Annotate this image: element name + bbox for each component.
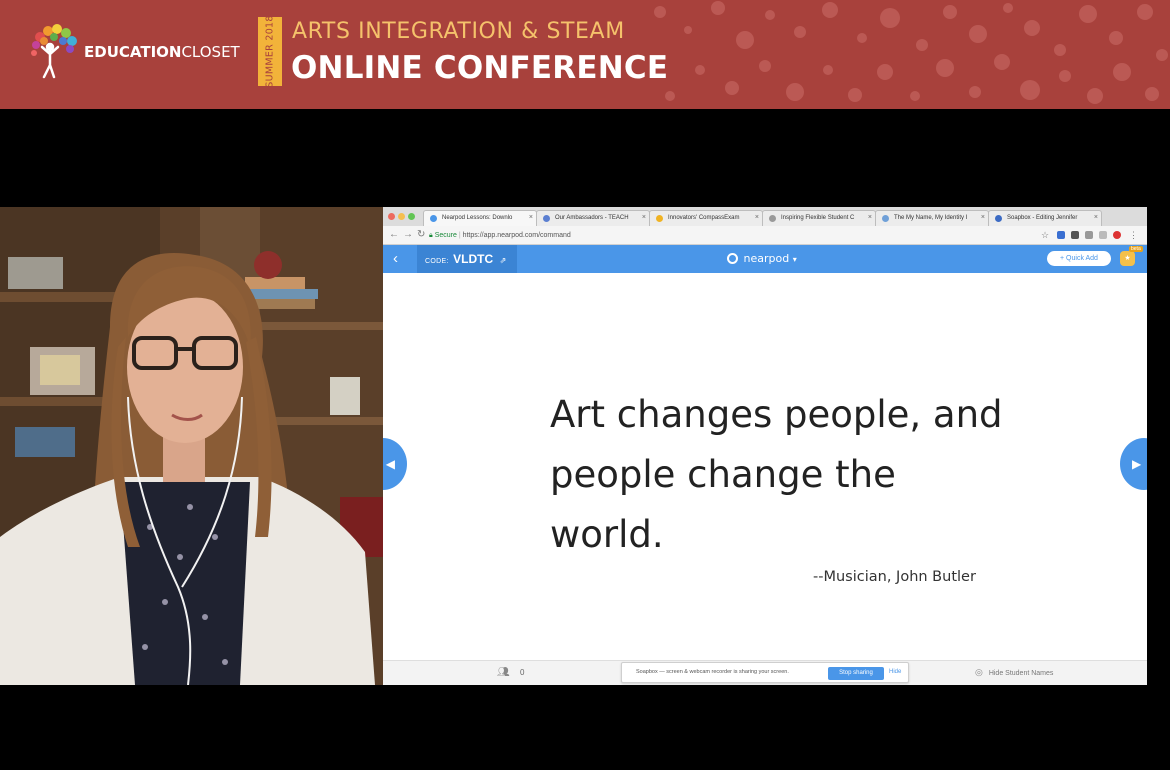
presenter-webcam xyxy=(0,207,383,685)
url-text: https://app.nearpod.com/command xyxy=(462,232,571,239)
lock-icon: 🔒︎ xyxy=(429,232,433,239)
presenter-video-icon xyxy=(0,207,383,685)
extension-icon[interactable] xyxy=(1071,231,1079,239)
soapbox-favicon-icon xyxy=(995,215,1002,222)
back-arrow-icon[interactable]: ← xyxy=(389,229,399,241)
browser-tab[interactable]: Innovators' CompassExam × xyxy=(649,210,763,226)
bookmark-star-icon[interactable]: ☆ xyxy=(1041,229,1049,241)
close-tab-icon[interactable]: × xyxy=(981,214,985,221)
reload-icon[interactable]: ↻ xyxy=(417,229,425,241)
student-count[interactable]: 👥︎ 0 xyxy=(497,667,524,678)
close-tab-icon[interactable]: × xyxy=(755,214,759,221)
code-value: VLDTC xyxy=(453,252,494,266)
close-tab-icon[interactable]: × xyxy=(1094,214,1098,221)
screen-share-notice: Soapbox — screen & webcam recorder is sh… xyxy=(621,662,909,683)
tab-favicon-icon xyxy=(543,215,550,222)
quick-add-button[interactable]: + Quick Add xyxy=(1047,251,1111,266)
tab-favicon-icon xyxy=(882,215,889,222)
close-tab-icon[interactable]: × xyxy=(642,214,646,221)
nearpod-footer: 👥︎ 0 Soapbox — screen & webcam recorder … xyxy=(383,660,1147,685)
chevron-down-icon: ▾ xyxy=(792,255,797,264)
stop-sharing-button[interactable]: Stop sharing xyxy=(828,667,884,680)
season-tag: SUMMER 2018 xyxy=(258,15,282,88)
close-tab-icon[interactable]: × xyxy=(529,214,533,221)
close-window-icon[interactable] xyxy=(388,213,395,220)
tab-label: The My Name, My Identity I xyxy=(894,215,968,221)
conference-title-line1: ARTS INTEGRATION & STEAM xyxy=(292,19,625,44)
extension-icon[interactable] xyxy=(1085,231,1093,239)
share-notice-text: Soapbox — screen & webcam recorder is sh… xyxy=(636,669,789,675)
browser-tab[interactable]: The My Name, My Identity I × xyxy=(875,210,989,226)
tab-label: Innovators' CompassExam xyxy=(668,215,740,221)
browser-address-bar: ← → ↻ 🔒︎ Secure | https://app.nearpod.co… xyxy=(383,226,1147,245)
tab-label: Our Ambassadors - TEACH xyxy=(555,215,629,221)
eye-slash-icon: ◎ xyxy=(975,667,983,677)
previous-slide-button[interactable]: ◀ xyxy=(383,438,407,490)
brand-bold-text: EDUCATION xyxy=(84,43,182,61)
browser-tab[interactable]: Nearpod Lessons: Downlo × xyxy=(423,210,537,226)
browser-tab[interactable]: Inspiring Flexible Student C × xyxy=(762,210,876,226)
forward-arrow-icon[interactable]: → xyxy=(403,229,413,241)
next-slide-button[interactable]: ▶ xyxy=(1120,438,1147,490)
conference-banner: EDUCATIONCLOSET SUMMER 2018 ARTS INTEGRA… xyxy=(0,0,1170,109)
avatar[interactable]: ★ xyxy=(1120,251,1135,266)
browser-tab-bar: Nearpod Lessons: Downlo × Our Ambassador… xyxy=(383,207,1147,226)
slide-attribution: --Musician, John Butler xyxy=(813,569,976,585)
nearpod-favicon-icon xyxy=(430,215,437,222)
educationcloset-logo: EDUCATIONCLOSET xyxy=(28,22,240,82)
triangle-left-icon: ◀ xyxy=(385,457,395,471)
slide-quote: Art changes people, and people change th… xyxy=(550,393,1003,556)
secure-label: Secure xyxy=(434,232,457,239)
tree-figure-icon xyxy=(31,24,77,79)
hide-notice-button[interactable]: Hide xyxy=(889,669,901,675)
session-code: CODE: VLDTC ⇗ xyxy=(417,245,517,273)
maximize-window-icon[interactable] xyxy=(408,213,415,220)
hide-student-names-toggle[interactable]: ◎ Hide Student Names xyxy=(975,667,1053,678)
shared-screen: Nearpod Lessons: Downlo × Our Ambassador… xyxy=(383,207,1147,685)
decorative-dots xyxy=(654,1,1168,104)
hide-names-label: Hide Student Names xyxy=(988,670,1054,677)
tab-label: Nearpod Lessons: Downlo xyxy=(442,215,513,221)
external-link-icon[interactable]: ⇗ xyxy=(500,256,507,265)
chevron-left-icon[interactable]: ‹ xyxy=(393,250,398,267)
nearpod-header: ‹ CODE: VLDTC ⇗ nearpod ▾ + Quick Add ★ … xyxy=(383,245,1147,273)
browser-tab[interactable]: Our Ambassadors - TEACH × xyxy=(536,210,650,226)
url-field[interactable]: 🔒︎ Secure | https://app.nearpod.com/comm… xyxy=(429,229,1049,242)
google-drive-favicon-icon xyxy=(656,215,663,222)
extension-icon[interactable] xyxy=(1099,231,1107,239)
brand-light-text: CLOSET xyxy=(181,43,240,61)
minimize-window-icon[interactable] xyxy=(398,213,405,220)
extension-icon[interactable] xyxy=(1057,231,1065,239)
nearpod-logo[interactable]: nearpod ▾ xyxy=(727,252,797,265)
slide-canvas: Art changes people, and people change th… xyxy=(383,273,1147,660)
nearpod-logo-icon xyxy=(727,253,738,264)
beta-badge: beta xyxy=(1129,246,1143,252)
season-label: SUMMER 2018 xyxy=(264,15,276,88)
users-icon: 👥︎ xyxy=(497,667,510,678)
extension-icon[interactable] xyxy=(1113,231,1121,239)
tab-label: Inspiring Flexible Student C xyxy=(781,215,855,221)
close-tab-icon[interactable]: × xyxy=(868,214,872,221)
code-label: CODE: xyxy=(425,258,449,265)
eye-favicon-icon xyxy=(769,215,776,222)
menu-kebab-icon[interactable]: ⋮ xyxy=(1129,229,1138,241)
triangle-right-icon: ▶ xyxy=(1132,457,1142,471)
tab-label: Soapbox - Editing Jennifer xyxy=(1007,215,1078,221)
browser-tab[interactable]: Soapbox - Editing Jennifer × xyxy=(988,210,1102,226)
nearpod-logo-text: nearpod xyxy=(743,252,790,265)
conference-title-line2: ONLINE CONFERENCE xyxy=(291,50,669,86)
student-count-value: 0 xyxy=(519,668,525,677)
